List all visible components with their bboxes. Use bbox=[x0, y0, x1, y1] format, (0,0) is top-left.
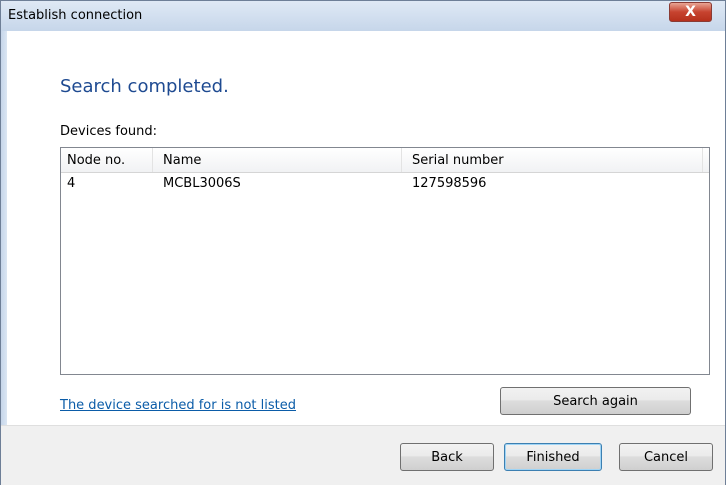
close-icon: X bbox=[685, 4, 696, 20]
search-again-button[interactable]: Search again bbox=[500, 387, 691, 415]
device-not-listed-link[interactable]: The device searched for is not listed bbox=[60, 398, 296, 413]
devices-list[interactable]: Node no. Name Serial number 4 MCBL3006S … bbox=[60, 147, 710, 375]
finished-button[interactable]: Finished bbox=[504, 443, 602, 471]
cancel-button[interactable]: Cancel bbox=[619, 443, 713, 471]
list-header: Node no. Name Serial number bbox=[61, 148, 709, 173]
column-header-serial-number[interactable]: Serial number bbox=[412, 153, 504, 168]
cell-serial-number: 127598596 bbox=[412, 176, 487, 191]
column-divider[interactable] bbox=[702, 148, 703, 172]
cell-name: MCBL3006S bbox=[163, 176, 241, 191]
column-header-node-no[interactable]: Node no. bbox=[67, 153, 125, 168]
button-footer: Back Finished Cancel bbox=[1, 425, 725, 485]
page-title: Search completed. bbox=[60, 76, 229, 97]
window-title: Establish connection bbox=[8, 8, 143, 23]
cell-node-no: 4 bbox=[67, 176, 76, 191]
dialog-window: Establish connection X Search completed.… bbox=[0, 0, 726, 485]
column-divider[interactable] bbox=[152, 148, 153, 172]
column-header-name[interactable]: Name bbox=[163, 153, 201, 168]
table-row[interactable]: 4 MCBL3006S 127598596 bbox=[61, 172, 709, 192]
title-bar[interactable]: Establish connection X bbox=[1, 1, 725, 31]
back-button[interactable]: Back bbox=[400, 443, 494, 471]
devices-found-label: Devices found: bbox=[60, 124, 158, 139]
close-button[interactable]: X bbox=[669, 2, 712, 22]
column-divider[interactable] bbox=[401, 148, 402, 172]
